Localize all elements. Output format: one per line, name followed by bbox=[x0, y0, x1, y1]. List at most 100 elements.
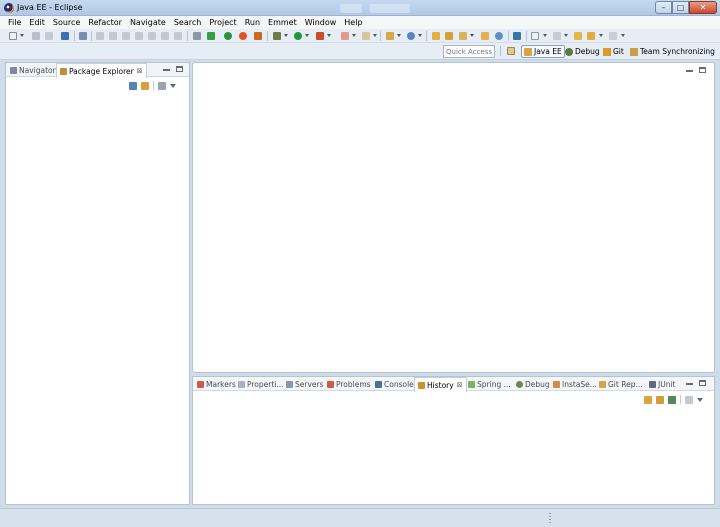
link-with-editor-icon[interactable] bbox=[141, 81, 149, 90]
run-icon[interactable] bbox=[294, 32, 302, 40]
new-java-project-icon[interactable] bbox=[341, 32, 349, 40]
menu-refactor[interactable]: Refactor bbox=[84, 16, 126, 29]
tab-console[interactable]: Console bbox=[372, 377, 417, 391]
history-filter-icon[interactable] bbox=[685, 395, 693, 404]
status-bar-grip[interactable] bbox=[549, 513, 551, 523]
menu-emmet[interactable]: Emmet bbox=[264, 16, 301, 29]
previous-annotation-dropdown-arrow[interactable] bbox=[564, 34, 568, 37]
new-package-dropdown-arrow[interactable] bbox=[373, 34, 377, 37]
editor-area[interactable] bbox=[192, 62, 715, 373]
minimize-button[interactable]: – bbox=[655, 1, 672, 14]
run-server-icon[interactable] bbox=[224, 32, 232, 40]
close-tab-icon[interactable]: ⊠ bbox=[137, 67, 143, 75]
menu-source[interactable]: Source bbox=[49, 16, 84, 29]
menu-help[interactable]: Help bbox=[340, 16, 366, 29]
tab-spring[interactable]: Spring ... bbox=[465, 377, 514, 391]
open-type-icon[interactable] bbox=[79, 32, 87, 40]
debug-run-icon[interactable] bbox=[273, 32, 281, 40]
tab-git-repositories[interactable]: Git Rep... bbox=[596, 377, 646, 391]
compare-mode-icon[interactable] bbox=[668, 395, 676, 404]
previous-annotation-icon[interactable] bbox=[553, 32, 561, 40]
tab-servers[interactable]: Servers bbox=[283, 377, 327, 391]
link-with-selection-icon[interactable] bbox=[644, 395, 652, 404]
disconnect-icon[interactable] bbox=[148, 32, 156, 40]
menu-file[interactable]: File bbox=[4, 16, 25, 29]
tab-properties[interactable]: Properti... bbox=[235, 377, 287, 391]
coverage-icon[interactable] bbox=[254, 32, 262, 40]
open-folder-icon[interactable] bbox=[432, 32, 440, 40]
debug-dropdown-arrow[interactable] bbox=[284, 34, 288, 37]
focus-on-working-set-icon[interactable] bbox=[158, 81, 166, 90]
maximize-view-icon[interactable] bbox=[176, 66, 183, 72]
web-browser-icon[interactable] bbox=[207, 32, 215, 40]
tab-instasearch[interactable]: InstaSe... bbox=[550, 377, 600, 391]
step-into-icon[interactable] bbox=[161, 32, 169, 40]
perspective-debug[interactable]: Debug bbox=[563, 45, 602, 58]
save-icon[interactable] bbox=[32, 32, 40, 40]
annotation-icon[interactable] bbox=[513, 32, 521, 40]
toggle-mark-icon[interactable] bbox=[481, 32, 489, 40]
perspective-java-ee[interactable]: Java EE bbox=[521, 45, 565, 58]
menu-edit[interactable]: Edit bbox=[25, 16, 49, 29]
forward-dropdown-arrow[interactable] bbox=[621, 34, 625, 37]
menu-search[interactable]: Search bbox=[170, 16, 205, 29]
new-project-dropdown-arrow[interactable] bbox=[352, 34, 356, 37]
external-tools-icon[interactable] bbox=[316, 32, 324, 40]
maximize-editor-icon[interactable] bbox=[699, 67, 706, 73]
refresh-icon[interactable] bbox=[495, 32, 503, 40]
next-annotation-dropdown-arrow[interactable] bbox=[543, 34, 547, 37]
save-all-icon[interactable] bbox=[45, 32, 53, 40]
perspective-team-synchronizing[interactable]: Team Synchronizing bbox=[628, 45, 717, 58]
open-task-icon[interactable] bbox=[407, 32, 415, 40]
spring-boot-icon[interactable] bbox=[239, 32, 247, 40]
new-dropdown-arrow[interactable] bbox=[20, 34, 24, 37]
close-window-button[interactable]: ✕ bbox=[689, 1, 717, 14]
menu-run[interactable]: Run bbox=[241, 16, 264, 29]
open-task-dropdown-arrow[interactable] bbox=[418, 34, 422, 37]
tab-problems[interactable]: Problems bbox=[324, 377, 374, 391]
tab-package-explorer[interactable]: Package Explorer ⊠ bbox=[56, 63, 147, 78]
run-dropdown-arrow[interactable] bbox=[305, 34, 309, 37]
open-resource-icon[interactable] bbox=[445, 32, 453, 40]
perspective-git[interactable]: Git bbox=[601, 45, 626, 58]
print-icon[interactable] bbox=[61, 32, 69, 40]
search-icon[interactable] bbox=[459, 32, 467, 40]
tab-junit[interactable]: JUnit bbox=[646, 377, 678, 391]
back-icon[interactable] bbox=[587, 32, 595, 40]
menu-navigate[interactable]: Navigate bbox=[126, 16, 170, 29]
maximize-button[interactable]: □ bbox=[672, 1, 689, 14]
search-dropdown-arrow[interactable] bbox=[470, 34, 474, 37]
terminate-icon[interactable] bbox=[135, 32, 143, 40]
minimize-view-icon[interactable] bbox=[686, 381, 693, 385]
pin-history-icon[interactable] bbox=[656, 395, 664, 404]
tab-debug[interactable]: Debug bbox=[513, 377, 553, 391]
quick-access-input[interactable] bbox=[443, 45, 495, 58]
new-icon[interactable] bbox=[9, 32, 17, 40]
minimize-view-icon[interactable] bbox=[163, 67, 170, 71]
tab-navigator[interactable]: Navigator bbox=[7, 63, 59, 77]
minimize-editor-icon[interactable] bbox=[686, 68, 693, 72]
view-menu-icon[interactable] bbox=[170, 83, 176, 88]
view-menu-icon[interactable] bbox=[697, 397, 703, 402]
new-class-dropdown-arrow[interactable] bbox=[397, 34, 401, 37]
new-package-icon[interactable] bbox=[362, 32, 370, 40]
collapse-all-icon[interactable] bbox=[129, 81, 137, 90]
last-edit-icon[interactable] bbox=[574, 32, 582, 40]
resume-icon[interactable] bbox=[109, 32, 117, 40]
server-icon[interactable] bbox=[193, 32, 201, 40]
suspend-icon[interactable] bbox=[122, 32, 130, 40]
back-dropdown-arrow[interactable] bbox=[599, 34, 603, 37]
forward-icon[interactable] bbox=[609, 32, 617, 40]
maximize-view-icon[interactable] bbox=[699, 380, 706, 386]
new-class-icon[interactable] bbox=[386, 32, 394, 40]
menu-window[interactable]: Window bbox=[301, 16, 341, 29]
tab-markers[interactable]: Markers bbox=[194, 377, 239, 391]
tab-history[interactable]: History ⊠ bbox=[414, 377, 467, 392]
step-over-icon[interactable] bbox=[174, 32, 182, 40]
skip-breakpoints-icon[interactable] bbox=[96, 32, 104, 40]
close-tab-icon[interactable]: ⊠ bbox=[457, 381, 463, 389]
menu-project[interactable]: Project bbox=[205, 16, 240, 29]
next-annotation-icon[interactable] bbox=[531, 32, 539, 40]
open-perspective-icon[interactable] bbox=[507, 47, 515, 55]
external-tools-dropdown-arrow[interactable] bbox=[327, 34, 331, 37]
